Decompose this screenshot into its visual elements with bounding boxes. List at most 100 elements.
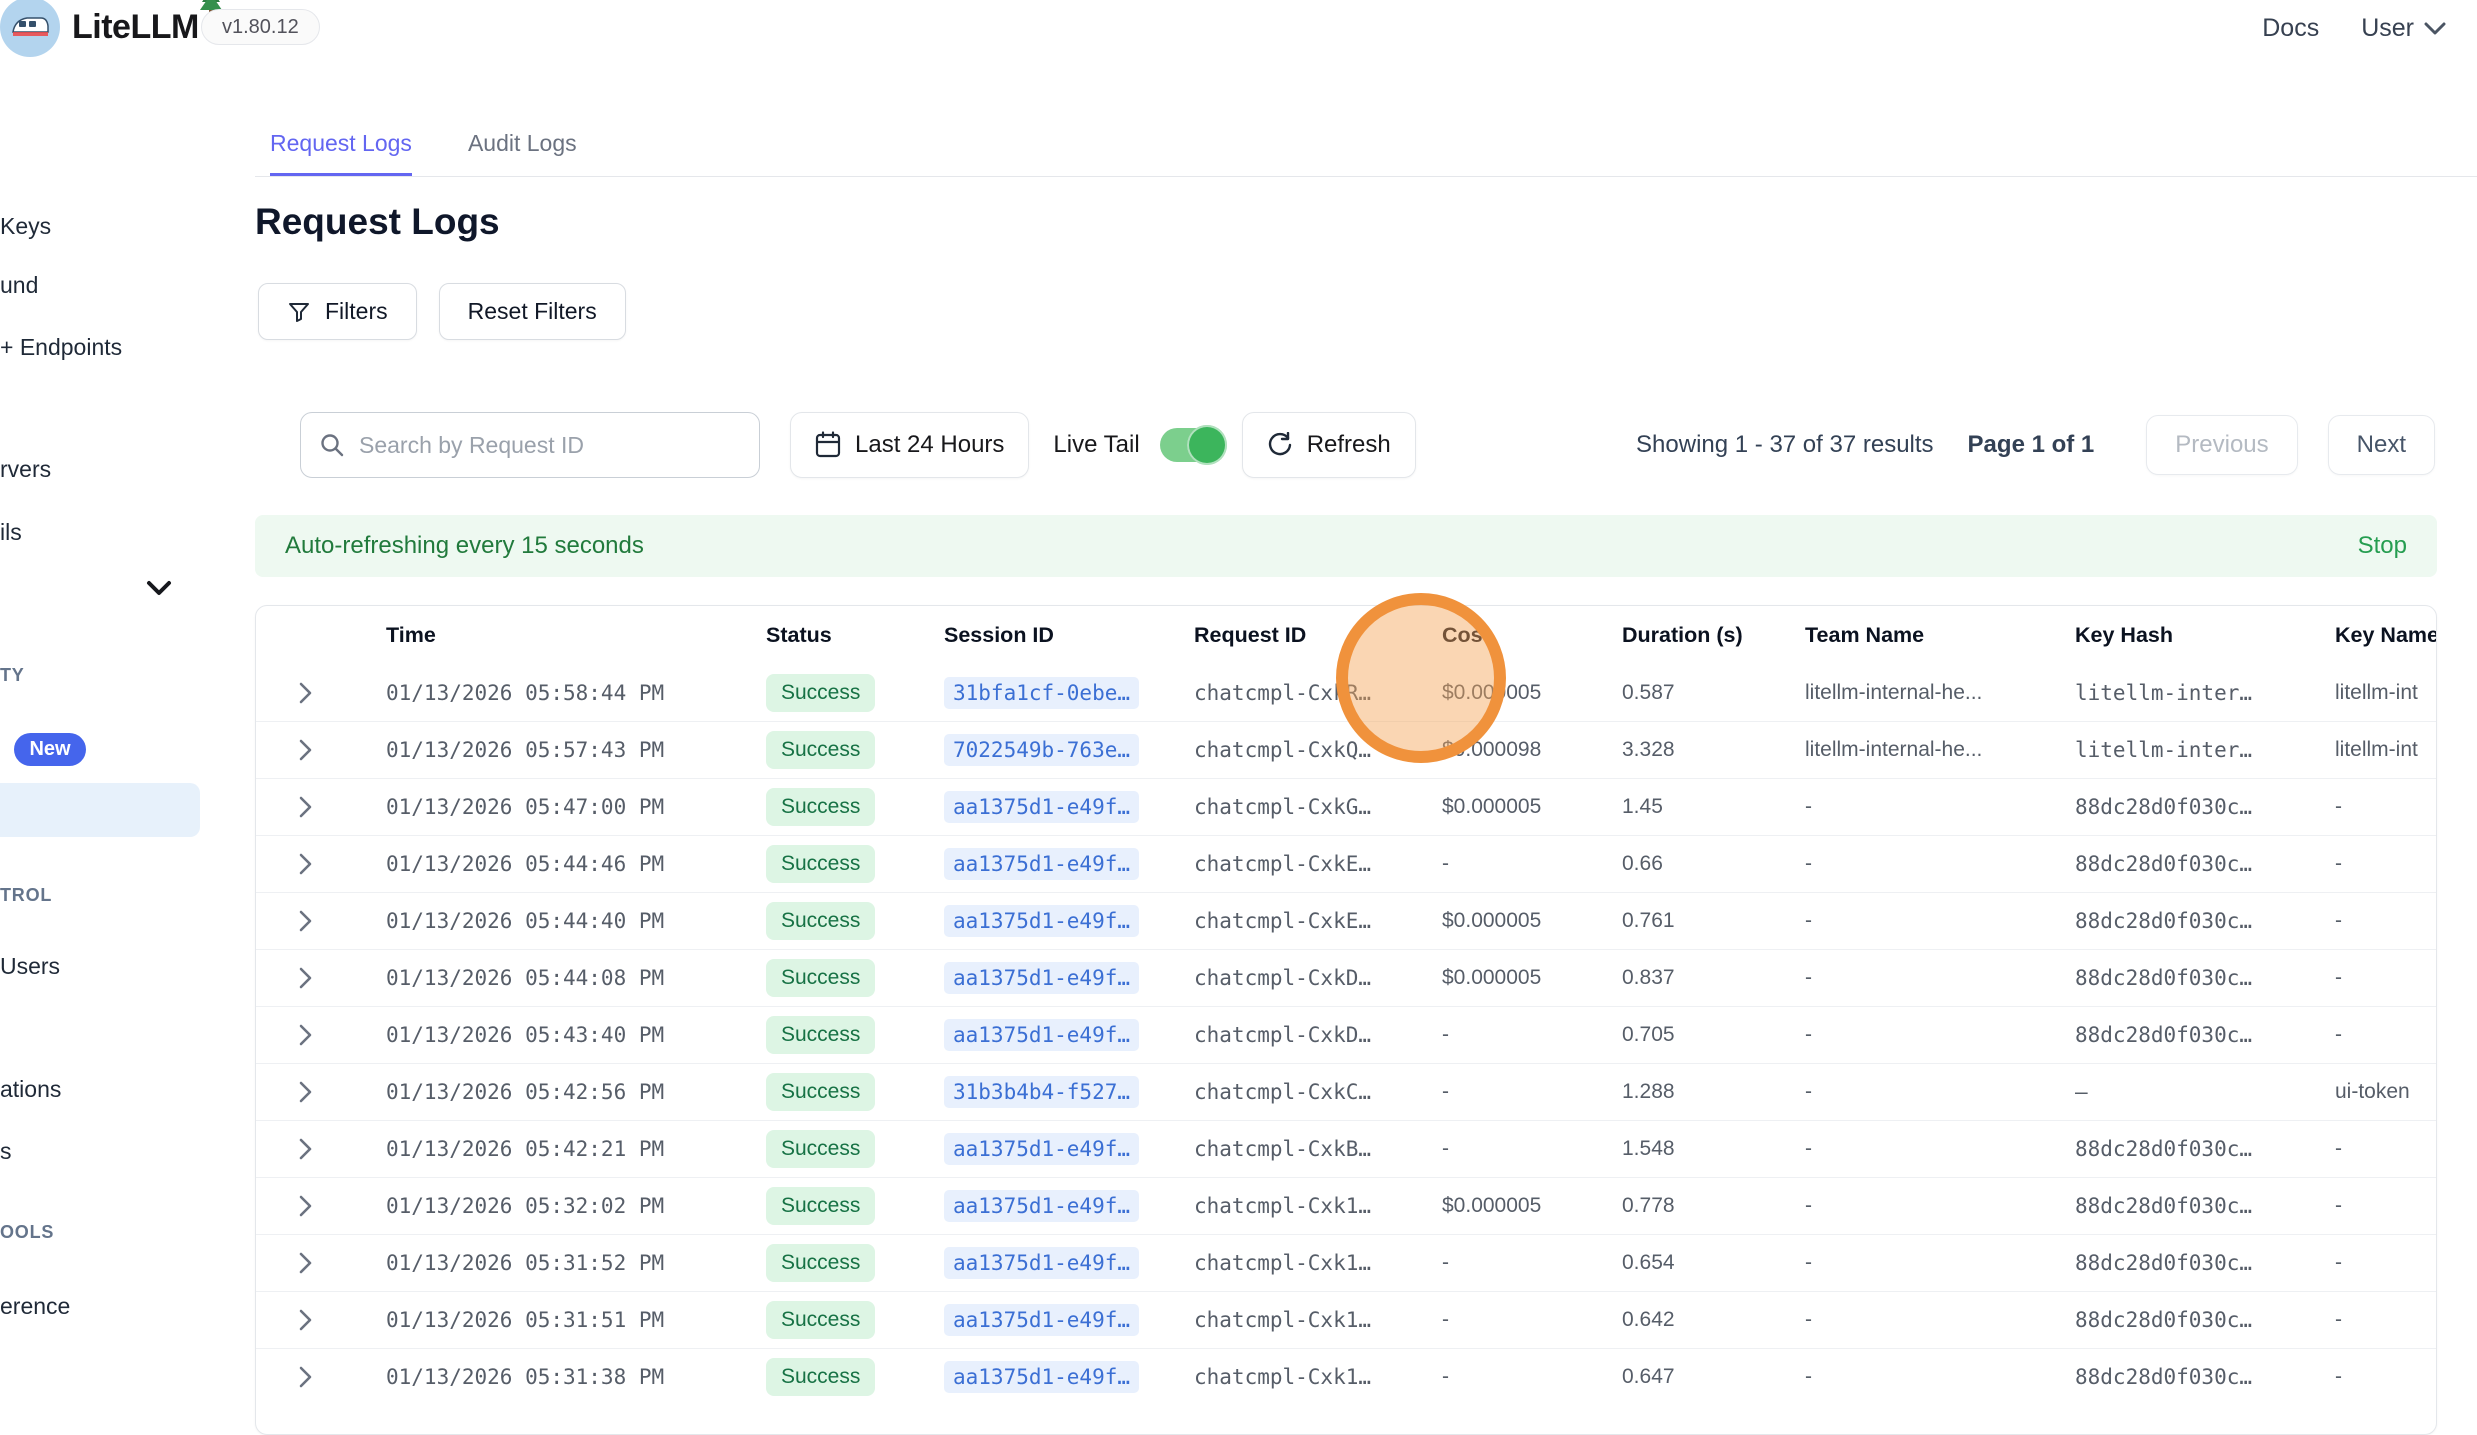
session-id-link[interactable]: aa1375d1-e49f… (944, 1361, 1139, 1393)
chevron-right-icon[interactable] (298, 1251, 313, 1275)
cell-time: 01/13/2026 05:31:51 PM (386, 1308, 766, 1332)
cell-cost: - (1442, 1080, 1622, 1104)
sidebar-item-models-endpoints[interactable]: + Endpoints (0, 334, 122, 361)
chevron-right-icon[interactable] (298, 909, 313, 933)
cell-duration: 1.45 (1622, 795, 1805, 819)
search-input[interactable] (359, 432, 741, 459)
cell-time: 01/13/2026 05:31:52 PM (386, 1251, 766, 1275)
row-expand-button[interactable] (256, 681, 386, 705)
chevron-right-icon[interactable] (298, 738, 313, 762)
sidebar-item-api-reference[interactable]: erence (0, 1293, 70, 1320)
session-id-link[interactable]: 31b3b4b4-f527… (944, 1076, 1139, 1108)
cell-duration: 0.761 (1622, 909, 1805, 933)
sidebar-item-keys[interactable]: Keys (0, 213, 51, 240)
col-status: Status (766, 623, 944, 648)
cell-key-hash: 88dc28d0f030c… (2075, 1308, 2335, 1332)
user-menu[interactable]: User (2361, 14, 2446, 43)
session-id-link[interactable]: aa1375d1-e49f… (944, 1190, 1139, 1222)
row-expand-button[interactable] (256, 795, 386, 819)
col-time: Time (386, 623, 766, 648)
session-id-link[interactable]: aa1375d1-e49f… (944, 1304, 1139, 1336)
cell-team-name: litellm-internal-he... (1805, 681, 2075, 705)
toggle-knob (1187, 425, 1227, 465)
sidebar-item-playground[interactable]: und (0, 272, 38, 299)
sidebar-item-logs-selected[interactable] (0, 783, 200, 837)
chevron-right-icon[interactable] (298, 681, 313, 705)
status-badge: Success (766, 731, 875, 769)
cell-cost: - (1442, 1137, 1622, 1161)
sidebar-section-observability: TY (0, 665, 25, 686)
row-expand-button[interactable] (256, 738, 386, 762)
cell-time: 01/13/2026 05:47:00 PM (386, 795, 766, 819)
row-expand-button[interactable] (256, 1023, 386, 1047)
row-expand-button[interactable] (256, 1251, 386, 1275)
tab-audit-logs[interactable]: Audit Logs (468, 130, 577, 176)
previous-page-button[interactable]: Previous (2146, 415, 2297, 475)
funnel-icon (287, 300, 311, 324)
row-expand-button[interactable] (256, 1194, 386, 1218)
cell-team-name: - (1805, 1137, 2075, 1161)
next-page-button[interactable]: Next (2328, 415, 2435, 475)
table-row: 01/13/2026 05:43:40 PMSuccessaa1375d1-e4… (256, 1006, 2436, 1063)
sidebar-item-guardrails[interactable]: ils (0, 519, 22, 546)
session-id-link[interactable]: aa1375d1-e49f… (944, 1019, 1139, 1051)
log-table-body: 01/13/2026 05:58:44 PMSuccess31bfa1cf-0e… (256, 664, 2436, 1405)
cell-session-id: 31bfa1cf-0ebe… (944, 677, 1194, 709)
session-id-link[interactable]: aa1375d1-e49f… (944, 791, 1139, 823)
cell-key-hash: 88dc28d0f030c… (2075, 909, 2335, 933)
reset-filters-button[interactable]: Reset Filters (439, 283, 626, 340)
chevron-right-icon[interactable] (298, 1365, 313, 1389)
filters-button[interactable]: Filters (258, 283, 417, 340)
cell-status: Success (766, 902, 944, 940)
cell-session-id: 7022549b-763e… (944, 734, 1194, 766)
cell-duration: 1.548 (1622, 1137, 1805, 1161)
row-expand-button[interactable] (256, 1365, 386, 1389)
table-row: 01/13/2026 05:44:40 PMSuccessaa1375d1-e4… (256, 892, 2436, 949)
chevron-right-icon[interactable] (298, 1308, 313, 1332)
tab-request-logs[interactable]: Request Logs (270, 130, 412, 176)
row-expand-button[interactable] (256, 852, 386, 876)
sidebar-item-teams[interactable]: s (0, 1138, 12, 1165)
chevron-right-icon[interactable] (298, 852, 313, 876)
chevron-right-icon[interactable] (298, 795, 313, 819)
session-id-link[interactable]: aa1375d1-e49f… (944, 905, 1139, 937)
cell-duration: 1.288 (1622, 1080, 1805, 1104)
chevron-right-icon[interactable] (298, 1137, 313, 1161)
session-id-link[interactable]: aa1375d1-e49f… (944, 962, 1139, 994)
docs-link[interactable]: Docs (2262, 14, 2319, 43)
chevron-right-icon[interactable] (298, 1194, 313, 1218)
row-expand-button[interactable] (256, 909, 386, 933)
cell-request-id: chatcmpl-CxkG… (1194, 795, 1442, 819)
row-expand-button[interactable] (256, 966, 386, 990)
cell-time: 01/13/2026 05:32:02 PM (386, 1194, 766, 1218)
sidebar-item-servers[interactable]: rvers (0, 456, 51, 483)
cell-team-name: - (1805, 795, 2075, 819)
session-id-link[interactable]: aa1375d1-e49f… (944, 848, 1139, 880)
cell-status: Success (766, 1073, 944, 1111)
stop-auto-refresh-link[interactable]: Stop (2358, 532, 2407, 560)
row-expand-button[interactable] (256, 1080, 386, 1104)
chevron-right-icon[interactable] (298, 966, 313, 990)
search-icon (319, 432, 345, 458)
table-row: 01/13/2026 05:31:52 PMSuccessaa1375d1-e4… (256, 1234, 2436, 1291)
session-id-link[interactable]: aa1375d1-e49f… (944, 1247, 1139, 1279)
row-expand-button[interactable] (256, 1137, 386, 1161)
table-header-row: Time Status Session ID Request ID Cost D… (256, 606, 2436, 664)
session-id-link[interactable]: 7022549b-763e… (944, 734, 1139, 766)
sidebar-item-organizations[interactable]: ations (0, 1076, 61, 1103)
row-expand-button[interactable] (256, 1308, 386, 1332)
chevron-right-icon[interactable] (298, 1080, 313, 1104)
sidebar-collapse-chevron-icon[interactable] (146, 580, 172, 596)
refresh-button[interactable]: Refresh (1242, 412, 1416, 478)
sidebar-item-users[interactable]: Users (0, 953, 60, 980)
cell-time: 01/13/2026 05:44:40 PM (386, 909, 766, 933)
session-id-link[interactable]: 31bfa1cf-0ebe… (944, 677, 1139, 709)
cell-request-id: chatcmpl-CxkE… (1194, 852, 1442, 876)
live-tail-toggle[interactable] (1160, 428, 1224, 462)
session-id-link[interactable]: aa1375d1-e49f… (944, 1133, 1139, 1165)
chevron-right-icon[interactable] (298, 1023, 313, 1047)
cell-time: 01/13/2026 05:57:43 PM (386, 738, 766, 762)
cell-request-id: chatcmpl-CxkD… (1194, 1023, 1442, 1047)
brand-name: LiteLLM (72, 8, 199, 47)
time-range-button[interactable]: Last 24 Hours (790, 412, 1029, 478)
